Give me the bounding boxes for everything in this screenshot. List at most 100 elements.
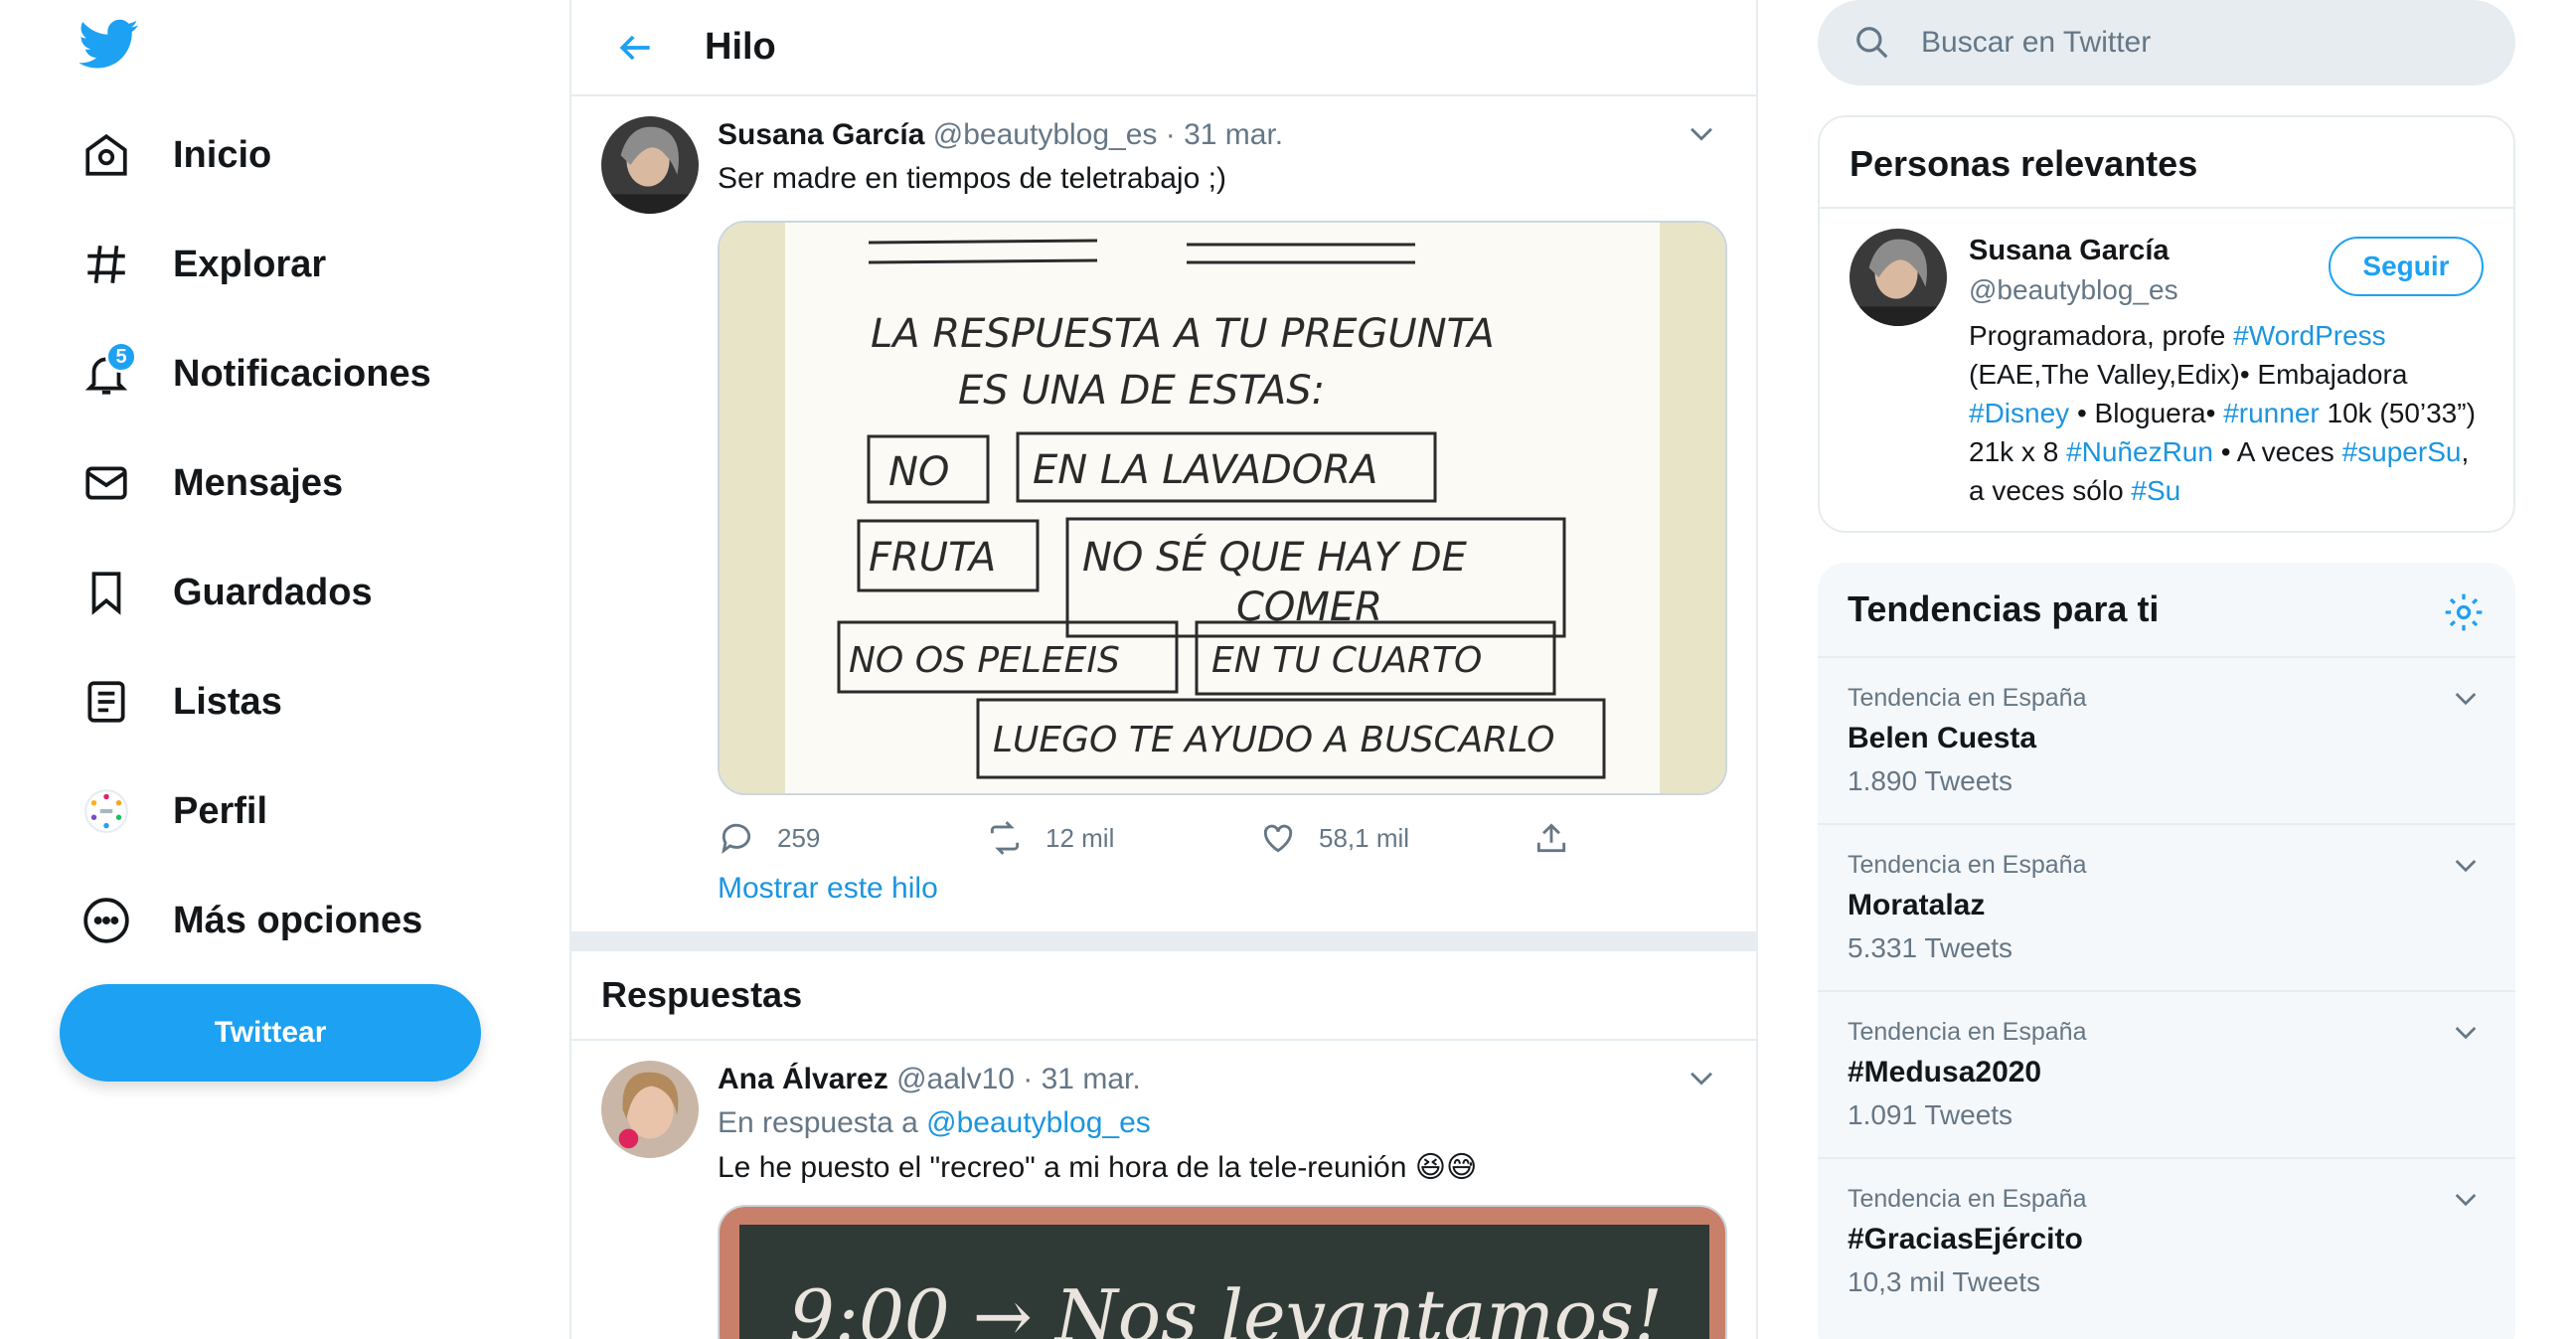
tweet-button[interactable]: Twittear — [60, 984, 481, 1082]
thread-column: Hilo Susana García @beautyblog_es · 31 m… — [569, 0, 1758, 1339]
bio-text: • A veces — [2212, 436, 2342, 467]
image-text-line: ES UNA DE ESTAS: — [958, 368, 1325, 414]
nav-label: Más opciones — [173, 899, 423, 941]
trend-name: #GraciasEjército — [1848, 1223, 2083, 1255]
trend-count: 5.331 Tweets — [1848, 932, 2013, 963]
relevant-person-handle[interactable]: @beautyblog_es — [1969, 274, 2178, 306]
nav-label: Inicio — [173, 133, 272, 176]
reply-image-text: 9:00 → Nos levantamos! — [789, 1274, 1663, 1339]
image-text-line: EN TU CUARTO — [1211, 640, 1482, 681]
chevron-down-icon[interactable] — [2450, 849, 2482, 881]
bio-text: • Bloguera• — [2069, 398, 2224, 428]
trend-name: #Medusa2020 — [1848, 1056, 2042, 1088]
trend-item[interactable]: Tendencia en España #Medusa2020 1.091 Tw… — [1818, 990, 2515, 1157]
author-name[interactable]: Susana García — [718, 118, 924, 151]
reply-to-handle[interactable]: @beautyblog_es — [926, 1106, 1151, 1139]
trend-item[interactable]: Tendencia en España Moratalaz 5.331 Twee… — [1818, 823, 2515, 990]
like-count: 58,1 mil — [1319, 822, 1410, 853]
image-text-line: LUEGO TE AYUDO A BUSCARLO — [993, 720, 1555, 760]
hashtag-icon — [80, 238, 133, 291]
right-sidebar: Personas relevantes Susana García @beaut… — [1758, 0, 2576, 1339]
bio-hashtag-link[interactable]: #WordPress — [2233, 320, 2386, 351]
nav-label: Explorar — [173, 243, 327, 285]
trend-count: 10,3 mil Tweets — [1848, 1266, 2041, 1297]
retweet-count: 12 mil — [1046, 822, 1115, 853]
left-navigation: Inicio Explorar 5 Notificaciones Mensaje… — [0, 0, 569, 1339]
relevant-person-avatar[interactable] — [1850, 229, 1947, 326]
share-icon — [1536, 823, 1566, 853]
share-button[interactable] — [1532, 819, 1592, 857]
avatar-icon — [80, 784, 133, 838]
page-title: Hilo — [705, 26, 776, 68]
reply-button[interactable]: 259 — [718, 819, 986, 857]
relevant-person-name[interactable]: Susana García — [1969, 235, 2170, 267]
trends-title: Tendencias para ti — [1848, 588, 2160, 629]
image-text-line: NO — [888, 449, 949, 495]
image-text-line: COMER — [1236, 585, 1382, 630]
nav-label: Mensajes — [173, 461, 344, 504]
chevron-down-icon[interactable] — [2450, 1183, 2482, 1215]
trend-context: Tendencia en España — [1848, 1185, 2087, 1213]
relevant-people-title: Personas relevantes — [1850, 143, 2198, 184]
bio-hashtag-link[interactable]: #Disney — [1969, 398, 2069, 428]
notification-badge: 5 — [105, 341, 137, 373]
search-icon — [1856, 27, 1888, 59]
nav-item-guardados[interactable]: Guardados — [80, 555, 373, 630]
back-arrow-icon[interactable] — [613, 26, 657, 70]
section-separator — [571, 931, 1756, 951]
chevron-down-icon[interactable] — [1685, 1061, 1718, 1094]
nav-item-explorar[interactable]: Explorar — [80, 227, 326, 302]
author-avatar[interactable] — [601, 116, 699, 214]
bio-hashtag-link[interactable]: #NuñezRun — [2066, 436, 2213, 467]
reply-date[interactable]: · 31 mar. — [1023, 1063, 1140, 1095]
nav-item-notificaciones[interactable]: 5 Notificaciones — [80, 336, 431, 412]
author-handle[interactable]: @beautyblog_es — [933, 118, 1158, 151]
relevant-person-bio: Programadora, profe #WordPress (EAE,The … — [1969, 316, 2486, 510]
show-thread-link[interactable]: Mostrar este hilo — [718, 872, 938, 906]
bio-text: (EAE,The Valley,Edix)• Embajadora — [1969, 359, 2408, 390]
chevron-down-icon[interactable] — [2450, 682, 2482, 714]
trend-context: Tendencia en España — [1848, 851, 2087, 879]
reply-author-avatar[interactable] — [601, 1061, 699, 1158]
like-button[interactable]: 58,1 mil — [1259, 819, 1532, 857]
image-text-line: FRUTA — [869, 535, 996, 581]
reply-to-prefix: En respuesta a — [718, 1106, 918, 1139]
retweet-button[interactable]: 12 mil — [986, 819, 1259, 857]
reply-image[interactable]: 9:00 → Nos levantamos! — [718, 1205, 1727, 1339]
nav-item-mensajes[interactable]: Mensajes — [80, 445, 343, 521]
nav-item-inicio[interactable]: Inicio — [80, 117, 271, 193]
trend-item[interactable]: Tendencia en España Belen Cuesta 1.890 T… — [1818, 656, 2515, 823]
bio-hashtag-link[interactable]: #Su — [2131, 475, 2180, 506]
heart-icon — [1263, 824, 1293, 853]
trends-card: Tendencias para ti Tendencia en España B… — [1818, 563, 2515, 1339]
home-icon — [80, 128, 133, 182]
bio-hashtag-link[interactable]: #superSu — [2342, 436, 2462, 467]
reply-icon — [722, 823, 751, 855]
chevron-down-icon[interactable] — [2450, 1016, 2482, 1048]
tweet-image[interactable]: LA RESPUESTA A TU PREGUNTA ES UNA DE EST… — [718, 221, 1727, 795]
trend-name: Belen Cuesta — [1848, 722, 2037, 754]
trend-context: Tendencia en España — [1848, 684, 2087, 712]
tweet-date[interactable]: · 31 mar. — [1166, 118, 1283, 151]
search-bar[interactable] — [1818, 0, 2515, 85]
bookmark-icon — [80, 566, 133, 619]
main-tweet[interactable]: Susana García @beautyblog_es · 31 mar. S… — [571, 96, 1756, 931]
bell-icon: 5 — [80, 341, 137, 401]
trend-count: 1.890 Tweets — [1848, 765, 2013, 796]
chevron-down-icon[interactable] — [1685, 116, 1718, 150]
reply-tweet[interactable]: Ana Álvarez @aalv10 · 31 mar. En respues… — [571, 1041, 1756, 1339]
nav-item-listas[interactable]: Listas — [80, 664, 282, 740]
settings-gear-icon[interactable] — [2442, 590, 2486, 634]
thread-header: Hilo — [571, 0, 1756, 96]
reply-count: 259 — [777, 822, 821, 853]
twitter-bird-icon[interactable] — [79, 14, 139, 74]
reply-author-name[interactable]: Ana Álvarez — [718, 1063, 888, 1095]
follow-button[interactable]: Seguir — [2329, 237, 2484, 296]
trend-item[interactable]: Tendencia en España #GraciasEjército 10,… — [1818, 1157, 2515, 1324]
nav-item-perfil[interactable]: Perfil — [80, 773, 267, 849]
reply-author-handle[interactable]: @aalv10 — [896, 1063, 1015, 1095]
reply-text: Le he puesto el "recreo" a mi hora de la… — [718, 1151, 1478, 1184]
nav-item-mas-opciones[interactable]: Más opciones — [80, 883, 422, 958]
bio-hashtag-link[interactable]: #runner — [2223, 398, 2320, 428]
search-input[interactable] — [1921, 26, 2478, 60]
